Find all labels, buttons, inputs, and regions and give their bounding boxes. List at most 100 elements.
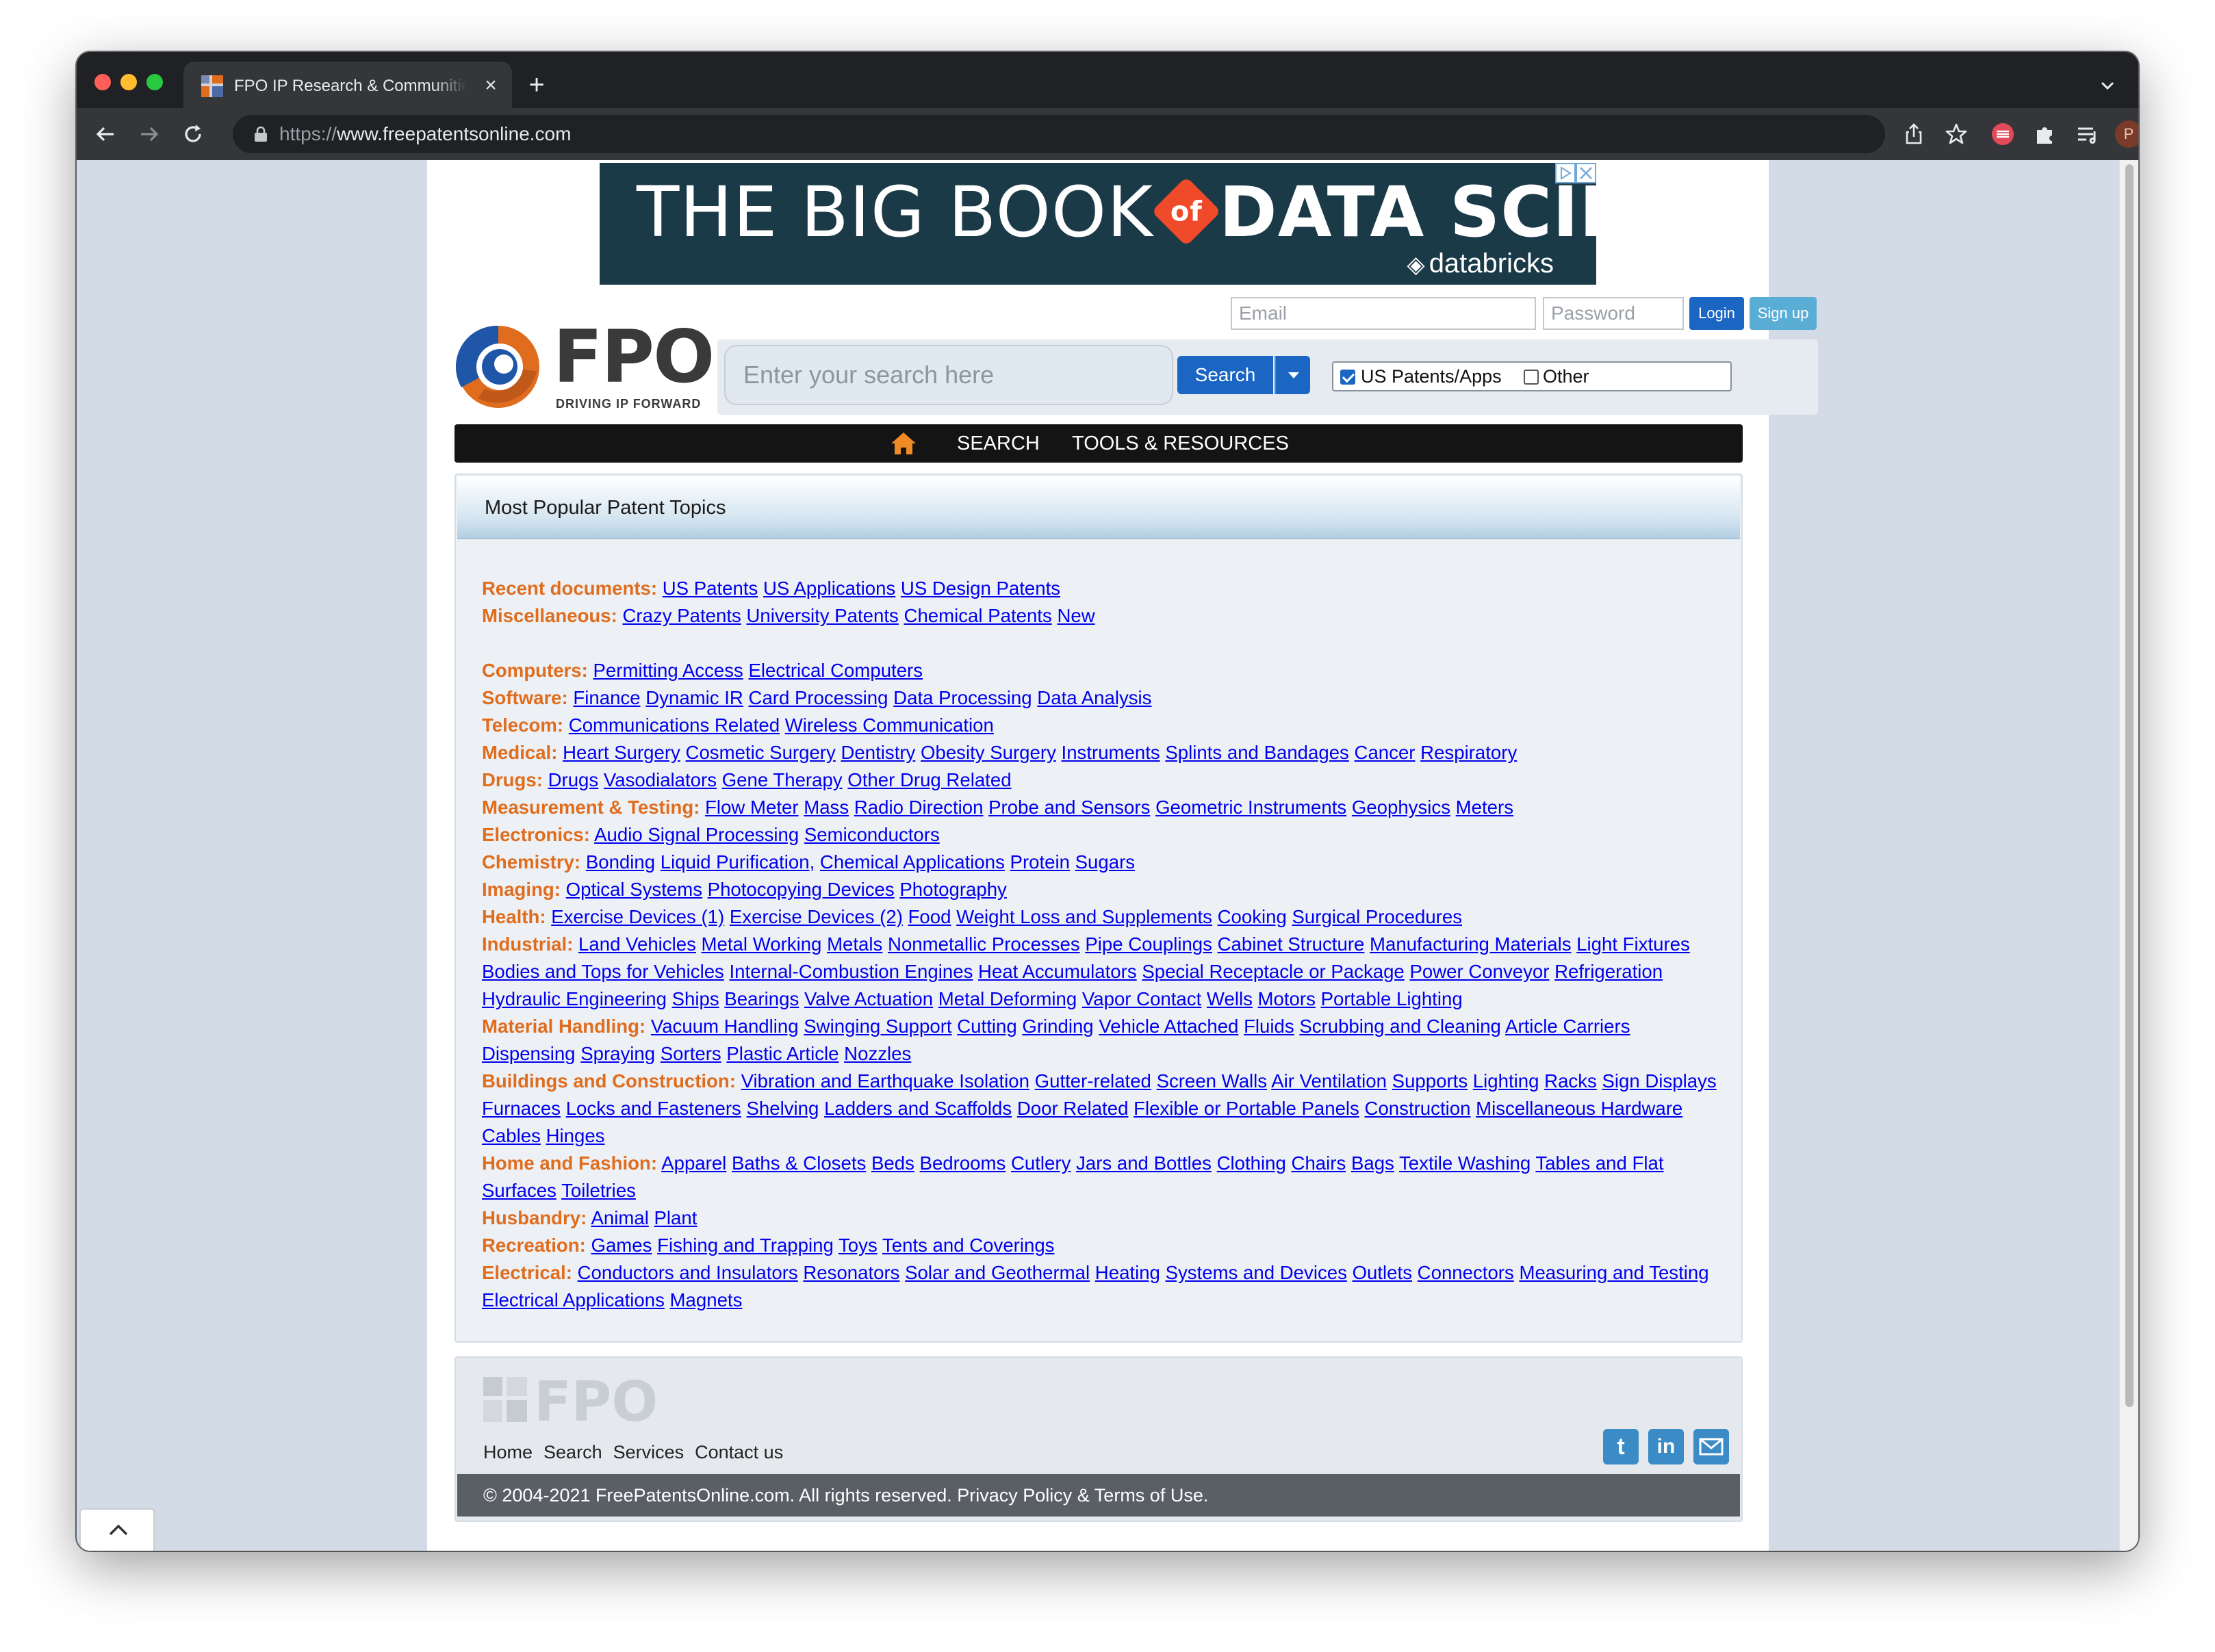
topic-link[interactable]: Heat Accumulators bbox=[978, 961, 1137, 982]
topic-link[interactable]: Wells bbox=[1207, 988, 1253, 1009]
topic-link[interactable]: Weight Loss and Supplements bbox=[956, 906, 1212, 927]
ad-banner[interactable]: THE BIG BOOK of DATA SCIENCE ◈databricks bbox=[600, 163, 1596, 285]
topic-link[interactable]: Chemical Patents bbox=[904, 605, 1052, 626]
topic-link[interactable]: Screen Walls bbox=[1157, 1070, 1268, 1092]
minimize-window-button[interactable] bbox=[120, 74, 137, 90]
topic-link[interactable]: Heating bbox=[1095, 1262, 1160, 1283]
back-arrow-icon[interactable] bbox=[92, 120, 119, 148]
topic-link[interactable]: Air Ventilation bbox=[1271, 1070, 1387, 1092]
profile-avatar[interactable]: P bbox=[2115, 120, 2138, 148]
topic-link[interactable]: Clothing bbox=[1217, 1152, 1286, 1174]
footer-contact-link[interactable]: Contact us bbox=[695, 1442, 783, 1462]
topic-link[interactable]: Manufacturing Materials bbox=[1370, 933, 1571, 955]
topic-link[interactable]: Magnets bbox=[670, 1289, 743, 1311]
topic-link[interactable]: Measuring and Testing bbox=[1519, 1262, 1708, 1283]
topic-link[interactable]: Tents and Coverings bbox=[882, 1235, 1055, 1256]
topic-link[interactable]: Portable Lighting bbox=[1321, 988, 1463, 1009]
topic-link[interactable]: Grinding bbox=[1022, 1016, 1093, 1037]
topic-link[interactable]: Apparel bbox=[661, 1152, 726, 1174]
topic-link[interactable]: Swinging Support bbox=[804, 1016, 951, 1037]
topic-link[interactable]: Special Receptacle or Package bbox=[1142, 961, 1404, 982]
topic-link[interactable]: Dynamic IR bbox=[645, 687, 743, 708]
topic-link[interactable]: Miscellaneous Hardware bbox=[1476, 1098, 1682, 1119]
fpo-logo[interactable]: FPO DRIVING IP FORWARD bbox=[454, 316, 715, 416]
us-patents-checkbox[interactable] bbox=[1340, 370, 1355, 385]
topic-link[interactable]: Lighting bbox=[1473, 1070, 1539, 1092]
topic-link[interactable]: Cabinet Structure bbox=[1218, 933, 1365, 955]
topic-link[interactable]: Beds bbox=[871, 1152, 914, 1174]
topic-link[interactable]: Metal Deforming bbox=[938, 988, 1077, 1009]
topic-link[interactable]: Outlets bbox=[1353, 1262, 1412, 1283]
topic-link[interactable]: Geometric Instruments bbox=[1155, 797, 1346, 818]
topic-link[interactable]: New bbox=[1057, 605, 1094, 626]
topic-link[interactable]: Ladders and Scaffolds bbox=[824, 1098, 1012, 1119]
topic-link[interactable]: Gutter-related bbox=[1035, 1070, 1151, 1092]
topic-link[interactable]: Radio Direction bbox=[854, 797, 984, 818]
topic-link[interactable]: Other Drug Related bbox=[847, 769, 1011, 790]
topic-link[interactable]: Vehicle Attached bbox=[1099, 1016, 1238, 1037]
login-button[interactable]: Login bbox=[1689, 297, 1744, 330]
nav-tools-resources[interactable]: TOOLS & RESOURCES bbox=[1072, 424, 1289, 463]
signup-button[interactable]: Sign up bbox=[1750, 297, 1817, 330]
topic-link[interactable]: Cables bbox=[482, 1125, 541, 1146]
other-checkbox[interactable] bbox=[1524, 370, 1539, 385]
scrollbar-thumb[interactable] bbox=[2125, 164, 2134, 1407]
topic-link[interactable]: Land Vehicles bbox=[578, 933, 696, 955]
topic-link[interactable]: Cooking bbox=[1218, 906, 1287, 927]
vertical-scrollbar[interactable] bbox=[2119, 160, 2138, 1551]
nav-search[interactable]: SEARCH bbox=[957, 424, 1040, 463]
home-icon[interactable] bbox=[890, 431, 917, 456]
topic-link[interactable]: US Applications bbox=[763, 578, 895, 599]
topic-link[interactable]: Flexible or Portable Panels bbox=[1134, 1098, 1359, 1119]
topic-link[interactable]: Crazy Patents bbox=[623, 605, 741, 626]
extension-red-icon[interactable] bbox=[1989, 120, 2016, 148]
topic-link[interactable]: Door Related bbox=[1017, 1098, 1129, 1119]
topic-link[interactable]: Metal Working bbox=[702, 933, 822, 955]
topic-link[interactable]: Permitting Access bbox=[593, 660, 743, 681]
twitter-icon[interactable]: t bbox=[1603, 1429, 1639, 1464]
topic-link[interactable]: Heart Surgery bbox=[563, 742, 680, 763]
footer-services-link[interactable]: Services bbox=[613, 1442, 684, 1462]
topic-link[interactable]: Protein bbox=[1010, 851, 1070, 873]
topic-link[interactable]: Sugars bbox=[1075, 851, 1135, 873]
ad-choices-icon[interactable] bbox=[1555, 163, 1596, 183]
topic-link[interactable]: Connectors bbox=[1418, 1262, 1514, 1283]
topic-link[interactable]: Bedrooms bbox=[920, 1152, 1006, 1174]
topic-link[interactable]: Nonmetallic Processes bbox=[888, 933, 1080, 955]
topic-link[interactable]: Data Processing bbox=[893, 687, 1032, 708]
topic-link[interactable]: Exercise Devices (1) bbox=[551, 906, 724, 927]
topic-link[interactable]: Probe and Sensors bbox=[988, 797, 1150, 818]
new-tab-button[interactable]: + bbox=[523, 71, 550, 99]
reading-list-icon[interactable] bbox=[2074, 120, 2101, 148]
topic-link[interactable]: Pipe Couplings bbox=[1085, 933, 1212, 955]
topic-link[interactable]: Ships bbox=[672, 988, 719, 1009]
topic-link[interactable]: Obesity Surgery bbox=[921, 742, 1056, 763]
browser-tab[interactable]: FPO IP Research & Communities × bbox=[183, 62, 512, 108]
topic-link[interactable]: Vapor Contact bbox=[1082, 988, 1201, 1009]
scroll-to-top-button[interactable] bbox=[79, 1508, 155, 1551]
search-button[interactable]: Search bbox=[1177, 356, 1273, 394]
topic-link[interactable]: Plastic Article bbox=[726, 1043, 838, 1064]
topic-link[interactable]: Flow Meter bbox=[705, 797, 798, 818]
topic-link[interactable]: Cutting bbox=[957, 1016, 1016, 1037]
topic-link[interactable]: Instruments bbox=[1062, 742, 1160, 763]
footer-search-link[interactable]: Search bbox=[543, 1442, 602, 1462]
topic-link[interactable]: Power Conveyor bbox=[1409, 961, 1549, 982]
topic-link[interactable]: Sign Displays bbox=[1602, 1070, 1716, 1092]
topic-link[interactable]: US Patents bbox=[663, 578, 758, 599]
topic-link[interactable]: Fishing and Trapping bbox=[657, 1235, 834, 1256]
topic-link[interactable]: Toiletries bbox=[561, 1180, 636, 1201]
share-icon[interactable] bbox=[1900, 120, 1928, 148]
topic-link[interactable]: Wireless Communication bbox=[785, 714, 994, 736]
topic-link[interactable]: Animal bbox=[591, 1207, 648, 1228]
topic-link[interactable]: Mass bbox=[804, 797, 849, 818]
tab-search-chevron-icon[interactable] bbox=[2097, 75, 2118, 96]
topic-link[interactable]: Spraying bbox=[580, 1043, 655, 1064]
email-field[interactable]: Email bbox=[1231, 297, 1536, 330]
topic-link[interactable]: Chemical Applications bbox=[820, 851, 1005, 873]
email-icon[interactable] bbox=[1693, 1429, 1729, 1464]
topic-link[interactable]: Sorters bbox=[661, 1043, 721, 1064]
topic-link[interactable]: Finance bbox=[573, 687, 640, 708]
topic-link[interactable]: Toys bbox=[838, 1235, 878, 1256]
topic-link[interactable]: Textile Washing bbox=[1399, 1152, 1531, 1174]
